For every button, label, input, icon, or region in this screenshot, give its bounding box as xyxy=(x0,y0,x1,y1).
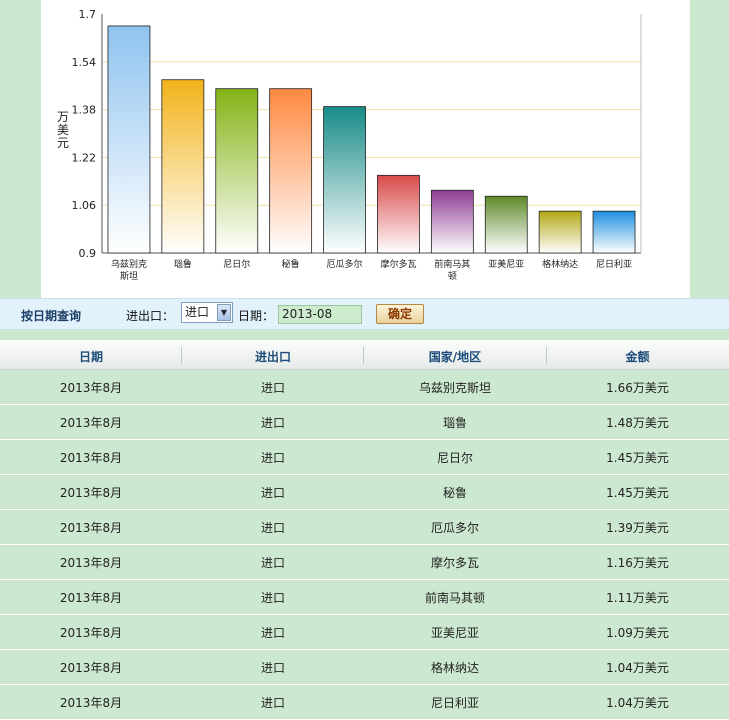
cell-country: 厄瓜多尔 xyxy=(430,521,479,535)
y-tick-label: 1.7 xyxy=(79,8,97,21)
cell-country: 格林纳达 xyxy=(430,661,479,675)
cell-country: 尼日尔 xyxy=(436,451,473,465)
cell-date: 2013年8月 xyxy=(59,521,123,535)
cell-country: 摩尔多瓦 xyxy=(430,556,479,570)
cell-direction: 进口 xyxy=(260,661,285,675)
x-tick-label: 尼日利亚 xyxy=(596,258,632,270)
bar-1[interactable] xyxy=(107,25,151,254)
cell-direction: 进口 xyxy=(260,696,285,710)
cell-direction: 进口 xyxy=(260,451,285,465)
cell-amount: 1.45万美元 xyxy=(606,451,669,465)
bar-9[interactable] xyxy=(538,210,582,254)
x-tick-label: 瑙鲁 xyxy=(174,258,192,270)
table-row: 2013年8月 进口 摩尔多瓦 1.16万美元 xyxy=(0,545,729,580)
chevron-down-icon[interactable]: ▼ xyxy=(217,304,231,321)
table-row: 2013年8月 进口 尼日利亚 1.04万美元 xyxy=(0,685,729,720)
cell-date: 2013年8月 xyxy=(59,556,123,570)
table-row: 2013年8月 进口 尼日尔 1.45万美元 xyxy=(0,440,729,475)
table-header: 日期 进出口 国家/地区 金额 xyxy=(0,340,729,370)
x-tick-label: 尼日尔 xyxy=(223,258,250,270)
x-tick-label: 乌兹别克斯坦 xyxy=(111,258,147,282)
direction-label: 进出口： xyxy=(126,309,175,323)
cell-date: 2013年8月 xyxy=(59,486,123,500)
cell-country: 乌兹别克斯坦 xyxy=(418,381,491,395)
bar-10[interactable] xyxy=(592,210,636,254)
table-row: 2013年8月 进口 秘鲁 1.45万美元 xyxy=(0,475,729,510)
y-axis-label: 万美元 xyxy=(57,110,69,150)
bar-chart: 1.7 1.54 1.38 1.22 1.06 0.9 万美元乌兹别克斯坦 瑙鲁 尼日尔 秘鲁 厄瓜… xyxy=(57,8,642,282)
x-tick-label: 厄瓜多尔 xyxy=(327,258,363,270)
cell-country: 前南马其顿 xyxy=(424,591,485,605)
cell-direction: 进口 xyxy=(260,556,285,570)
y-tick-label: 1.06 xyxy=(72,199,97,212)
bar-2[interactable] xyxy=(161,79,205,254)
cell-date: 2013年8月 xyxy=(59,626,123,640)
query-bar: 按日期查询 进出口： 进口 ▼ 日期： 2013-08 确定 xyxy=(0,298,729,330)
cell-country: 尼日利亚 xyxy=(430,696,479,710)
cell-country: 秘鲁 xyxy=(442,486,467,500)
cell-direction: 进口 xyxy=(260,591,285,605)
cell-amount: 1.48万美元 xyxy=(606,416,669,430)
cell-amount: 1.45万美元 xyxy=(606,486,669,500)
table-row: 2013年8月 进口 厄瓜多尔 1.39万美元 xyxy=(0,510,729,545)
table-row: 2013年8月 进口 亚美尼亚 1.09万美元 xyxy=(0,615,729,650)
cell-country: 瑙鲁 xyxy=(442,416,467,430)
confirm-button[interactable]: 确定 xyxy=(376,304,424,324)
date-input[interactable]: 2013-08 xyxy=(278,305,362,324)
column-header-amount: 金额 xyxy=(625,350,650,364)
bar-3[interactable] xyxy=(215,88,259,254)
table-row: 2013年8月 进口 前南马其顿 1.11万美元 xyxy=(0,580,729,615)
table-row: 2013年8月 进口 乌兹别克斯坦 1.66万美元 xyxy=(0,370,729,405)
y-tick-label: 1.54 xyxy=(72,56,97,69)
bar-5[interactable] xyxy=(323,106,366,254)
cell-amount: 1.39万美元 xyxy=(606,521,669,535)
bar-6[interactable] xyxy=(377,174,420,254)
y-tick-label: 1.38 xyxy=(72,104,97,117)
bar-4[interactable] xyxy=(269,88,313,254)
cell-amount: 1.66万美元 xyxy=(606,381,669,395)
cell-country: 亚美尼亚 xyxy=(430,626,479,640)
cell-amount: 1.04万美元 xyxy=(606,696,669,710)
cell-direction: 进口 xyxy=(260,486,285,500)
cell-direction: 进口 xyxy=(260,381,285,395)
column-header-direction: 进出口 xyxy=(254,350,291,364)
cell-amount: 1.11万美元 xyxy=(606,591,669,605)
table-row: 2013年8月 进口 瑙鲁 1.48万美元 xyxy=(0,405,729,440)
cell-amount: 1.09万美元 xyxy=(606,626,669,640)
cell-direction: 进口 xyxy=(260,416,285,430)
x-tick-label: 摩尔多瓦 xyxy=(380,258,416,270)
column-header-country: 国家/地区 xyxy=(428,350,482,364)
query-title: 按日期查询 xyxy=(21,309,82,323)
column-header-date: 日期 xyxy=(78,350,103,364)
x-tick-label: 亚美尼亚 xyxy=(488,258,524,270)
y-tick-label: 0.9 xyxy=(79,247,97,260)
cell-direction: 进口 xyxy=(260,626,285,640)
table-row: 2013年8月 进口 格林纳达 1.04万美元 xyxy=(0,650,729,685)
x-tick-label: 前南马其顿 xyxy=(434,258,470,282)
cell-date: 2013年8月 xyxy=(59,451,123,465)
bar-7[interactable] xyxy=(430,189,474,254)
chart-panel: 1.7 1.54 1.38 1.22 1.06 0.9 万美元乌兹别克斯坦 瑙鲁 尼日尔 秘鲁 厄瓜… xyxy=(41,0,690,298)
bar-8[interactable] xyxy=(484,195,528,254)
cell-date: 2013年8月 xyxy=(59,591,123,605)
x-tick-label: 格林纳达 xyxy=(542,258,578,270)
cell-direction: 进口 xyxy=(260,521,285,535)
cell-date: 2013年8月 xyxy=(59,661,123,675)
y-tick-label: 1.22 xyxy=(72,151,97,164)
cell-amount: 1.16万美元 xyxy=(606,556,669,570)
table-body: 2013年8月 进口 乌兹别克斯坦 1.66万美元 2013年8月 进口 瑙鲁 1.48万美… xyxy=(0,370,729,720)
cell-date: 2013年8月 xyxy=(59,696,123,710)
cell-date: 2013年8月 xyxy=(59,381,123,395)
x-tick-label: 秘鲁 xyxy=(282,258,300,270)
direction-select[interactable]: 进口 ▼ xyxy=(181,302,233,323)
direction-select-value: 进口 xyxy=(185,305,210,319)
cell-amount: 1.04万美元 xyxy=(606,661,669,675)
cell-date: 2013年8月 xyxy=(59,416,123,430)
date-label: 日期： xyxy=(238,309,275,323)
